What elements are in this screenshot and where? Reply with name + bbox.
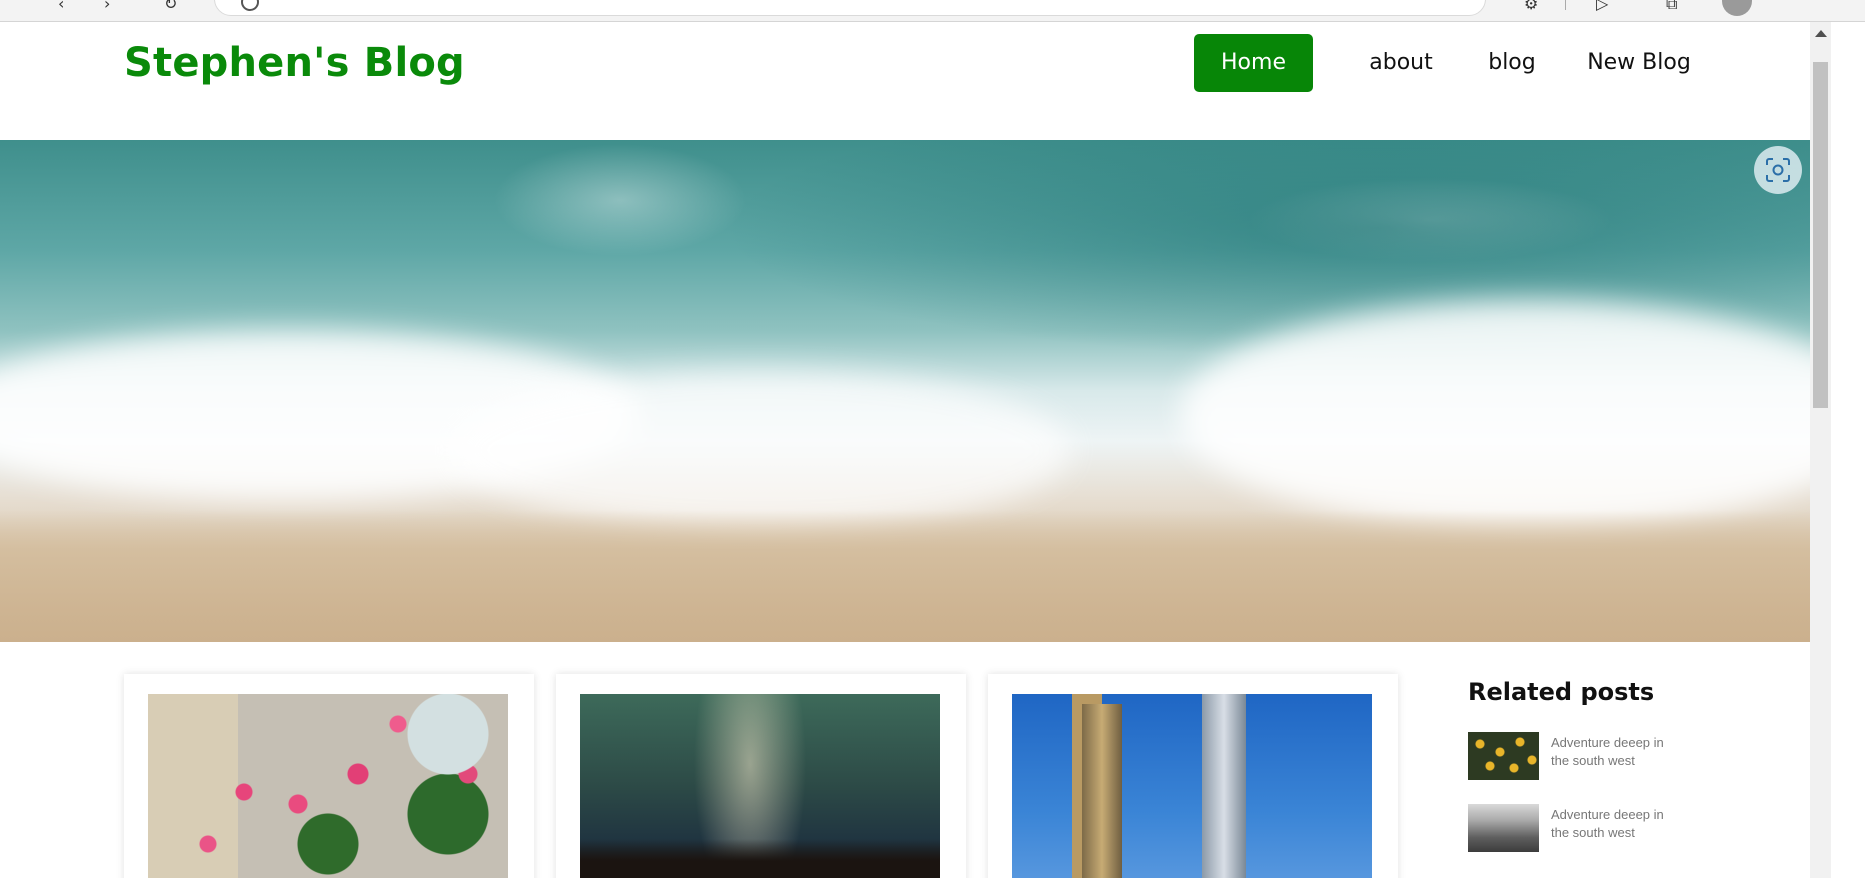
- navbar: Stephen's Blog Home about blog New Blog: [0, 22, 1810, 140]
- toolbar-divider: [1565, 0, 1566, 10]
- page-viewport: Stephen's Blog Home about blog New Blog …: [0, 22, 1810, 878]
- play-icon[interactable]: ▷: [1596, 0, 1608, 13]
- related-post-title[interactable]: Adventure deeep in the south west: [1551, 806, 1681, 842]
- visual-search-icon[interactable]: [1754, 146, 1802, 194]
- browser-side-gutter: [1831, 22, 1865, 878]
- refresh-icon[interactable]: ↻: [164, 0, 177, 13]
- scrollbar-thumb[interactable]: [1813, 62, 1828, 408]
- browser-toolbar: ‹ › ↻ ⚙ ▷ ⧉: [0, 0, 1865, 22]
- related-post-item[interactable]: Adventure deeep in the south west: [1468, 804, 1708, 854]
- settings-icon[interactable]: ⚙: [1524, 0, 1538, 13]
- related-posts-title: Related posts: [1468, 678, 1655, 706]
- card-image-night-sky[interactable]: [580, 694, 940, 878]
- blog-card[interactable]: [556, 674, 966, 878]
- nav-about-link[interactable]: about: [1350, 34, 1452, 92]
- site-info-icon[interactable]: [241, 0, 259, 11]
- profile-avatar[interactable]: [1722, 0, 1752, 16]
- related-posts: Related posts Adventure deeep in the sou…: [1468, 678, 1708, 852]
- forward-icon[interactable]: ›: [104, 0, 110, 13]
- related-post-item[interactable]: Adventure deeep in the south west: [1468, 732, 1708, 782]
- card-image-roses[interactable]: [148, 694, 508, 878]
- related-post-thumbnail[interactable]: [1468, 732, 1539, 780]
- scroll-up-icon[interactable]: [1815, 30, 1827, 37]
- blog-card[interactable]: [124, 674, 534, 878]
- nav-blog-link[interactable]: blog: [1474, 34, 1550, 92]
- related-post-title[interactable]: Adventure deeep in the south west: [1551, 734, 1681, 770]
- address-bar[interactable]: [214, 0, 1486, 16]
- page-scrollbar[interactable]: [1810, 22, 1831, 878]
- site-brand[interactable]: Stephen's Blog: [124, 40, 465, 86]
- related-post-thumbnail[interactable]: [1468, 804, 1539, 852]
- back-icon[interactable]: ‹: [58, 0, 64, 13]
- nav-new-blog-link[interactable]: New Blog: [1577, 34, 1701, 92]
- extensions-icon[interactable]: ⧉: [1666, 0, 1677, 14]
- hero-image-ocean-waves: [0, 140, 1810, 642]
- nav-home-button[interactable]: Home: [1194, 34, 1313, 92]
- card-image-city[interactable]: [1012, 694, 1372, 878]
- blog-card[interactable]: [988, 674, 1398, 878]
